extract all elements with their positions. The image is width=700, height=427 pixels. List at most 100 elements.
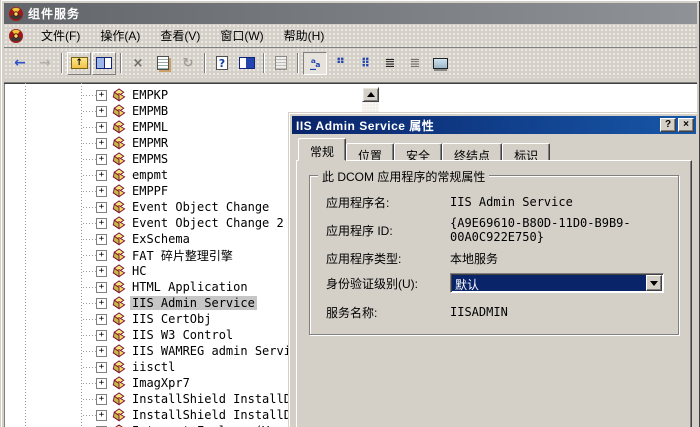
tree-item-label[interactable]: iisctl bbox=[130, 360, 177, 374]
expand-plus-icon[interactable]: + bbox=[96, 410, 107, 421]
console-client-area: + EMPKP + EM bbox=[4, 82, 697, 427]
dialog-help-button[interactable]: ? bbox=[660, 118, 676, 132]
up-one-level-button[interactable]: ↑ bbox=[67, 52, 91, 75]
field-row-service-name: 服务名称: IISADMIN bbox=[326, 302, 664, 322]
dialog-close-button[interactable]: × bbox=[678, 118, 694, 132]
expand-plus-icon[interactable]: + bbox=[96, 122, 107, 133]
com-application-icon bbox=[111, 104, 127, 119]
com-application-icon bbox=[111, 88, 127, 103]
tree-item-label[interactable]: EMPPF bbox=[130, 184, 170, 198]
tree-item-label[interactable]: IIS CertObj bbox=[130, 312, 213, 326]
dialog-titlebar[interactable]: IIS Admin Service 属性 ? × bbox=[292, 116, 696, 134]
menu-item-查看V[interactable]: 查看(V) bbox=[151, 24, 209, 47]
general-tab-page: 此 DCOM 应用程序的常规属性 应用程序名: IIS Admin Servic… bbox=[296, 160, 692, 427]
window-title: 组件服务 bbox=[28, 5, 80, 22]
tree-branch-stub bbox=[83, 191, 96, 192]
expand-plus-icon[interactable]: + bbox=[96, 106, 107, 117]
expand-plus-icon[interactable]: + bbox=[96, 250, 107, 261]
expand-plus-icon[interactable]: + bbox=[96, 282, 107, 293]
com-application-icon bbox=[111, 264, 127, 279]
expand-plus-icon[interactable]: + bbox=[96, 330, 107, 341]
com-application-icon bbox=[111, 360, 127, 375]
expand-plus-icon[interactable]: + bbox=[96, 170, 107, 181]
list-view-icon: ⠿ bbox=[361, 57, 369, 69]
new-window-icon bbox=[275, 56, 287, 70]
expand-plus-icon[interactable]: + bbox=[96, 154, 107, 165]
back-icon: ← bbox=[14, 56, 26, 70]
list-view-button[interactable]: ⠿ bbox=[353, 52, 377, 75]
auth-level-combobox[interactable]: 默认 bbox=[450, 273, 664, 293]
tree-item-label[interactable]: Event Object Change bbox=[130, 200, 271, 214]
new-window-button bbox=[269, 52, 293, 75]
tree-branch-stub bbox=[83, 175, 96, 176]
properties-dialog: IIS Admin Service 属性 ? × 常规位置安全终结点标识 此 D… bbox=[288, 112, 697, 427]
tree-branch-stub bbox=[83, 111, 96, 112]
help-button[interactable]: ? bbox=[210, 52, 234, 75]
chevron-down-icon[interactable] bbox=[646, 275, 662, 291]
expand-plus-icon[interactable]: + bbox=[96, 90, 107, 101]
back-button[interactable]: ← bbox=[8, 52, 32, 75]
menu-item-窗口W[interactable]: 窗口(W) bbox=[211, 24, 272, 47]
expand-plus-icon[interactable]: + bbox=[96, 138, 107, 149]
tree-item-label[interactable]: EMPKP bbox=[130, 88, 170, 102]
details-view-button[interactable]: ≣ bbox=[378, 52, 402, 75]
tree-item-label[interactable]: EMPMS bbox=[130, 152, 170, 166]
tree-item-label[interactable]: HC bbox=[130, 264, 148, 278]
tree-item-label[interactable]: Event Object Change 2 bbox=[130, 216, 286, 230]
tree-item-label[interactable]: empmt bbox=[130, 168, 170, 182]
field-row-auth-level: 身份验证级别(U): 默认 bbox=[326, 273, 664, 293]
groupbox-title: 此 DCOM 应用程序的常规属性 bbox=[318, 168, 489, 185]
tab-常规[interactable]: 常规 bbox=[298, 138, 346, 161]
tree-branch-stub bbox=[83, 271, 96, 272]
menu-item-操作A[interactable]: 操作(A) bbox=[91, 24, 149, 47]
expand-plus-icon[interactable]: + bbox=[96, 234, 107, 245]
show-console-tree-button[interactable] bbox=[92, 52, 116, 75]
tree-item-label[interactable]: IIS Admin Service bbox=[130, 296, 257, 310]
expand-plus-icon[interactable]: + bbox=[96, 266, 107, 277]
properties-button[interactable] bbox=[151, 52, 175, 75]
tree-item-label[interactable]: EMPMR bbox=[130, 136, 170, 150]
scroll-up-icon[interactable] bbox=[362, 87, 379, 102]
tree-item-label[interactable]: ExSchema bbox=[130, 232, 192, 246]
window-titlebar[interactable]: 组件服务 bbox=[4, 3, 697, 24]
dialog-tabs: 常规位置安全终结点标识 bbox=[292, 134, 696, 160]
tree-item-label[interactable]: IIS WAMREG admin Service bbox=[130, 344, 307, 358]
menu-item-文件F[interactable]: 文件(F) bbox=[32, 24, 89, 47]
tree-branch-stub bbox=[83, 367, 96, 368]
tree-item-label[interactable]: EMPML bbox=[130, 120, 170, 134]
expand-plus-icon[interactable]: + bbox=[96, 378, 107, 389]
delete-button[interactable]: × bbox=[126, 52, 150, 75]
expand-plus-icon[interactable]: + bbox=[96, 394, 107, 405]
expand-plus-icon[interactable]: + bbox=[96, 346, 107, 357]
tree-item-label[interactable]: EMPMB bbox=[130, 104, 170, 118]
large-icons-view-button[interactable]: ᵃ̲ₐ bbox=[303, 52, 327, 75]
expand-plus-icon[interactable]: + bbox=[96, 362, 107, 373]
small-icons-view-button[interactable]: ⠛ bbox=[328, 52, 352, 75]
toolbar-separator bbox=[120, 53, 122, 73]
properties-icon bbox=[157, 56, 169, 70]
tree-branch-stub bbox=[83, 399, 96, 400]
expand-plus-icon[interactable]: + bbox=[96, 298, 107, 309]
field-value: 本地服务 bbox=[450, 250, 498, 267]
field-row-app-id: 应用程序 ID: {A9E69610-B80D-11D0-B9B9-00A0C9… bbox=[326, 220, 664, 240]
field-value: {A9E69610-B80D-11D0-B9B9-00A0C922E750} bbox=[450, 216, 664, 244]
menu-item-帮助H[interactable]: 帮助(H) bbox=[275, 24, 334, 47]
toolbar-separator bbox=[263, 53, 265, 73]
field-label: 应用程序 ID: bbox=[326, 222, 450, 239]
show-action-pane-button[interactable] bbox=[235, 52, 259, 75]
expand-plus-icon[interactable]: + bbox=[96, 218, 107, 229]
tree-item-label[interactable]: ImagXpr7 bbox=[130, 376, 192, 390]
com-application-icon bbox=[111, 408, 127, 423]
tree-item-label[interactable]: HTML Application bbox=[130, 280, 250, 294]
expand-plus-icon[interactable]: + bbox=[96, 202, 107, 213]
tree-row[interactable]: + EMPKP bbox=[4, 87, 697, 103]
expand-plus-icon[interactable]: + bbox=[96, 314, 107, 325]
expand-plus-icon[interactable]: + bbox=[96, 186, 107, 197]
tree-item-label[interactable]: FAT 碎片整理引擎 bbox=[130, 247, 235, 264]
com-application-icon bbox=[111, 248, 127, 263]
com-application-icon bbox=[111, 232, 127, 247]
tree-item-label[interactable]: IIS W3 Control bbox=[130, 328, 235, 342]
computer-button[interactable] bbox=[428, 52, 452, 75]
tree-branch-stub bbox=[83, 143, 96, 144]
tree-branch-stub bbox=[83, 351, 96, 352]
